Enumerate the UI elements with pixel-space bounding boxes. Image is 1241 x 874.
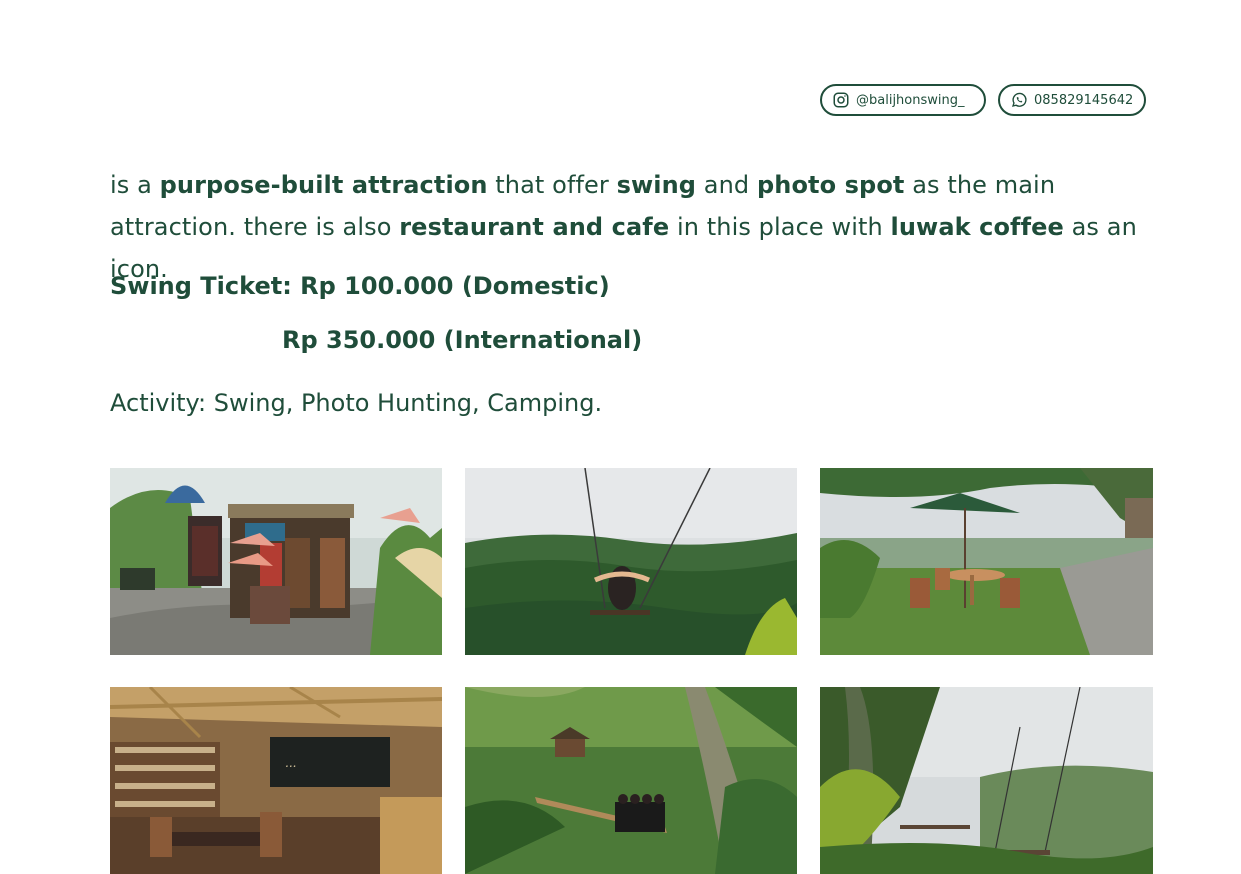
intro-highlight: purpose-built attraction: [159, 171, 488, 199]
instagram-icon: [832, 91, 850, 109]
gallery-photo-swing[interactable]: [465, 468, 797, 655]
svg-text:...: ...: [285, 756, 296, 770]
social-links: @balijhonswing_ 085829145642: [820, 84, 1146, 116]
whatsapp-link[interactable]: 085829145642: [998, 84, 1146, 116]
instagram-link[interactable]: @balijhonswing_: [820, 84, 986, 116]
whatsapp-number: 085829145642: [1034, 92, 1134, 108]
intro-text: is a: [110, 171, 160, 199]
ticket-price-domestic: Swing Ticket: Rp 100.000 (Domestic): [110, 272, 610, 300]
intro-highlight: luwak coffee: [890, 213, 1064, 241]
gallery-photo-valley-swing[interactable]: [820, 687, 1153, 874]
activity-list: Activity: Swing, Photo Hunting, Camping.: [110, 389, 603, 417]
intro-highlight: photo spot: [756, 171, 905, 199]
intro-text: and: [696, 171, 757, 199]
gallery-photo-garden-dining[interactable]: [820, 468, 1153, 655]
intro-highlight: restaurant and cafe: [399, 213, 670, 241]
instagram-handle: @balijhonswing_: [856, 92, 965, 108]
gallery-photo-entrance[interactable]: [110, 468, 442, 655]
gallery-photo-group-bridge[interactable]: [465, 687, 797, 874]
intro-text: in this place with: [669, 213, 891, 241]
intro-highlight: swing: [616, 171, 697, 199]
intro-text: that offer: [487, 171, 617, 199]
ticket-price-international: Rp 350.000 (International): [282, 326, 643, 354]
whatsapp-icon: [1010, 91, 1028, 109]
gallery-photo-restaurant[interactable]: ...: [110, 687, 442, 874]
